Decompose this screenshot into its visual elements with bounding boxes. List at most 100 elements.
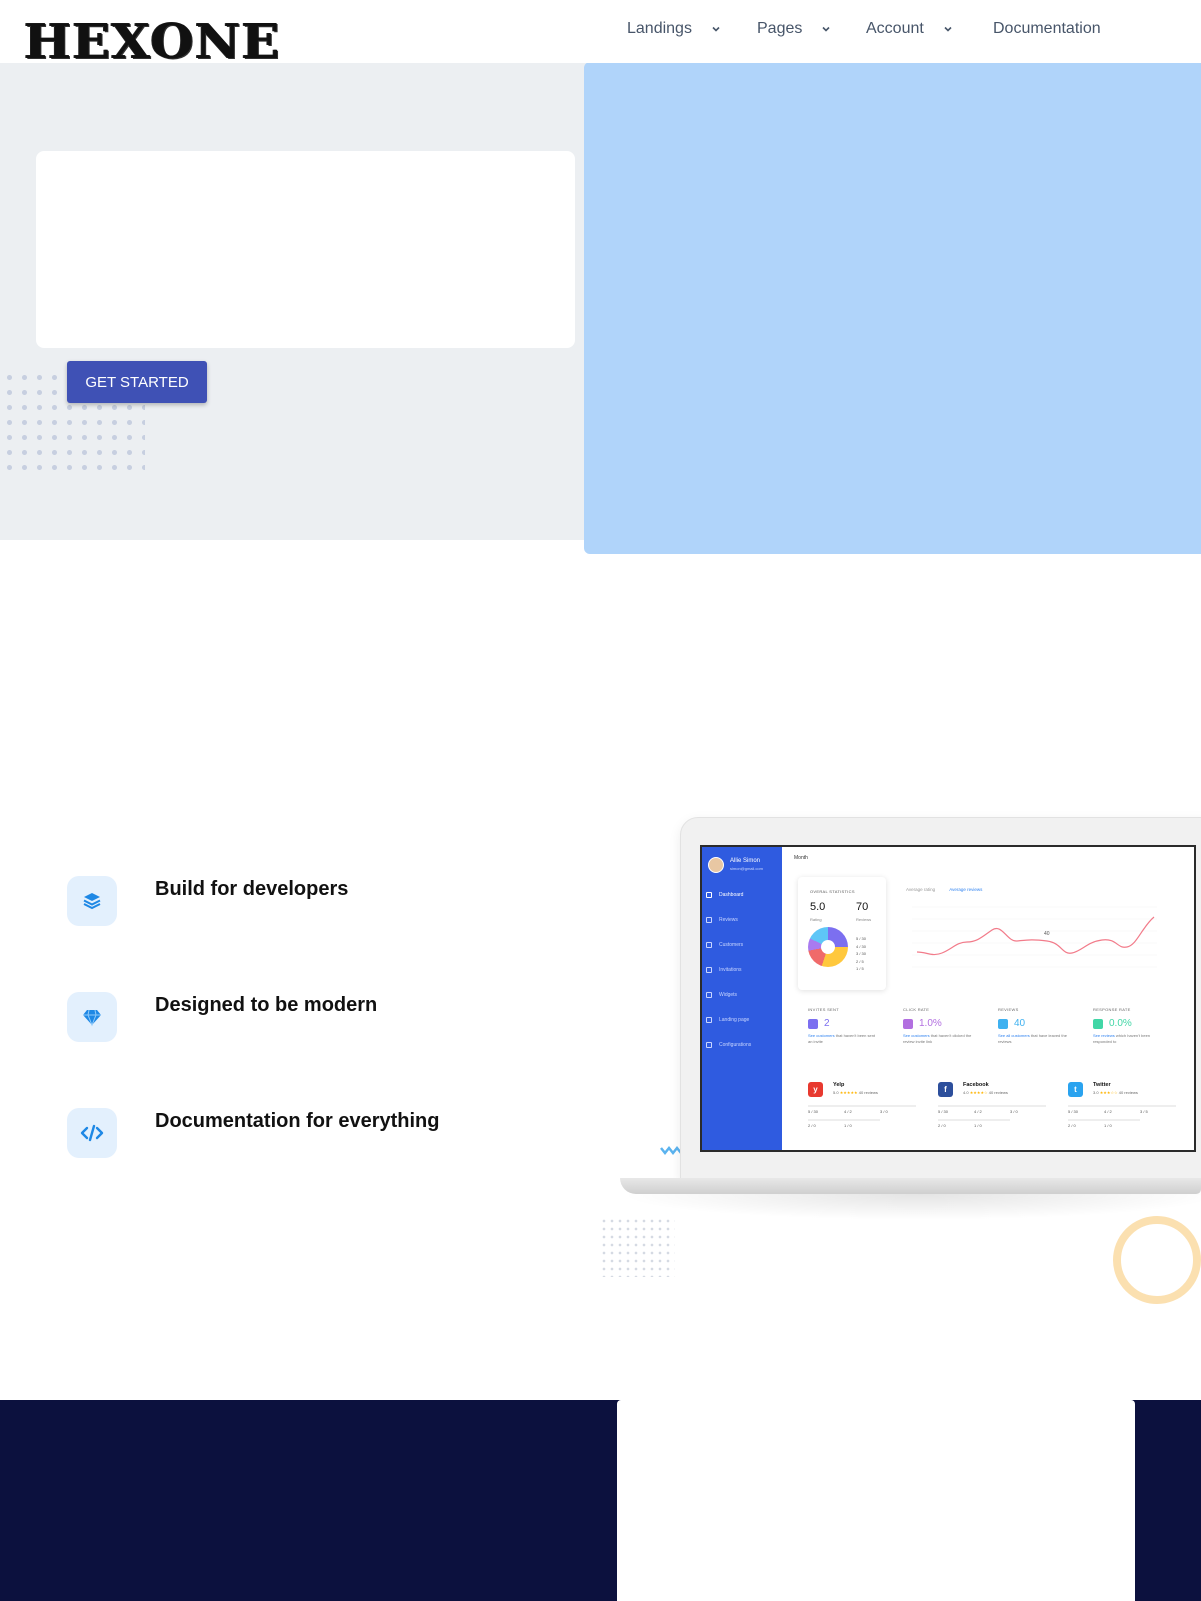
reviews-icon — [998, 1018, 1008, 1029]
mock-sidebar: Allie Simon simon@gmail.com Dashboard Re… — [702, 847, 782, 1150]
nav-label: Landings — [627, 20, 692, 37]
legend-item: 1 / 5 — [856, 966, 864, 971]
nav-account[interactable]: Account — [866, 20, 954, 38]
mock-reviews-value: 70 — [856, 901, 869, 913]
chevron-down-icon — [942, 23, 954, 35]
mock-bar: 2 / 0 — [1068, 1119, 1104, 1128]
legend-item: 4 / 30 — [856, 943, 867, 949]
yelp-icon: y — [808, 1082, 823, 1097]
mock-tab-active: Average reviews — [949, 887, 983, 892]
mock-bar: 3 / 0 — [880, 1105, 916, 1114]
decorative-ring — [1113, 1216, 1201, 1304]
mock-platform-name: Twitter — [1093, 1082, 1111, 1088]
mock-bar: 3 / 0 — [1010, 1105, 1046, 1114]
facebook-icon: f — [938, 1082, 953, 1097]
mock-kpi-label: REVIEWS — [998, 1007, 1019, 1012]
dark-section-card — [617, 1400, 1135, 1601]
mock-donut-chart — [808, 927, 848, 967]
mock-platform-score: 5.0 — [833, 1090, 839, 1095]
settings-icon — [706, 1042, 712, 1048]
response-icon — [1093, 1018, 1103, 1029]
mock-period-select: Month — [794, 855, 808, 861]
mock-chart-point-label: 40 — [1044, 931, 1050, 937]
mock-user-name: Allie Simon — [730, 858, 761, 864]
nav-label: Pages — [757, 20, 803, 37]
feature-item: Build for developers — [67, 876, 587, 926]
mock-bar: 1 / 0 — [974, 1119, 1010, 1128]
mock-sidebar-item: Landing page — [706, 1017, 776, 1023]
mock-platform-reviews: 40 reviews — [1118, 1090, 1138, 1095]
mock-kpi: CLICK RATE 1.0% See customers that haven… — [903, 1007, 983, 1045]
hero-text-card — [36, 151, 575, 348]
mock-platform-name: Facebook — [963, 1082, 989, 1088]
mock-kpi-value: 1.0% — [919, 1018, 942, 1029]
mock-user-email: simon@gmail.com — [730, 866, 763, 871]
mock-sidebar-item: Widgets — [706, 992, 776, 998]
chevron-down-icon — [710, 23, 722, 35]
mock-rating-value: 5.0 — [810, 901, 826, 913]
mock-platform-score: 3.0 — [1093, 1090, 1099, 1095]
mock-kpi-link: See reviews — [1093, 1033, 1115, 1038]
widgets-icon — [706, 992, 712, 998]
logo[interactable]: HEXONE — [24, 15, 281, 68]
mock-legend: 5 / 30 4 / 30 3 / 30 2 / 5 1 / 5 — [856, 935, 866, 973]
mock-bar: 1 / 0 — [1104, 1119, 1140, 1128]
reviews-icon — [706, 917, 712, 923]
diamond-icon — [67, 992, 117, 1042]
mock-stats-title: OVERAL STATISTICS — [810, 889, 855, 894]
mock-bar: 3 / 5 — [1140, 1105, 1176, 1114]
mock-rating-label: Rating — [810, 917, 822, 922]
mock-kpi-label: RESPONSE RATE — [1093, 1007, 1131, 1012]
code-icon — [67, 1108, 117, 1158]
feature-item: Documentation for everything — [67, 1108, 587, 1158]
chevron-down-icon — [820, 23, 832, 35]
mock-platform-name: Yelp — [833, 1082, 845, 1088]
mock-bar: 4 / 2 — [1104, 1105, 1140, 1114]
mock-chart-tabs: Average rating Average reviews — [906, 887, 982, 892]
mock-bar: 4 / 2 — [974, 1105, 1010, 1114]
feature-title: Designed to be modern — [155, 994, 378, 1016]
get-started-button[interactable]: GET STARTED — [67, 361, 207, 403]
mock-line-chart: 40 — [912, 906, 1157, 968]
mock-bar: 1 / 0 — [844, 1119, 880, 1128]
mock-sidebar-item: Invitations — [706, 967, 776, 973]
nav-label: Account — [866, 20, 924, 37]
mock-sidebar-item: Configurations — [706, 1042, 776, 1048]
feature-title: Build for developers — [155, 878, 349, 900]
legend-item: 2 / 5 — [856, 958, 864, 964]
mock-kpi-link: See customers — [903, 1033, 930, 1038]
layers-icon — [67, 876, 117, 926]
nav-label: Documentation — [993, 20, 1101, 37]
mail-icon — [706, 967, 712, 973]
nav-landings[interactable]: Landings — [627, 20, 722, 38]
mock-kpi-link: See customers — [808, 1033, 835, 1038]
mock-platform-facebook: f Facebook 4.0 ★★★★☆ 40 reviews 5 / 30 4 /… — [938, 1082, 1058, 1128]
send-icon — [808, 1018, 818, 1029]
mock-platform-score: 4.0 — [963, 1090, 969, 1095]
mock-stats-card: OVERAL STATISTICS 5.0 Rating 70 Reviews … — [798, 877, 886, 990]
hero-image-panel — [584, 62, 1201, 554]
mock-kpi: REVIEWS 40 See all customers that have l… — [998, 1007, 1078, 1045]
mock-kpi: RESPONSE RATE 0.0% See reviews which hav… — [1093, 1007, 1173, 1045]
mock-sidebar-item: Reviews — [706, 917, 776, 923]
mock-bar: 5 / 30 — [1068, 1105, 1104, 1114]
laptop-base — [620, 1178, 1201, 1194]
feature-title: Documentation for everything — [155, 1110, 440, 1132]
twitter-icon: t — [1068, 1082, 1083, 1097]
decorative-dot-grid — [600, 1217, 675, 1277]
mock-user: Allie Simon simon@gmail.com — [708, 857, 763, 873]
mock-platform-reviews: 40 reviews — [858, 1090, 878, 1095]
mock-platform-reviews: 40 reviews — [988, 1090, 1008, 1095]
nav-documentation[interactable]: Documentation — [993, 20, 1101, 38]
mock-bar: 2 / 0 — [808, 1119, 844, 1128]
feature-item: Designed to be modern — [67, 992, 587, 1042]
customers-icon — [706, 942, 712, 948]
nav-pages[interactable]: Pages — [757, 20, 832, 38]
dashboard-screenshot: Allie Simon simon@gmail.com Dashboard Re… — [700, 845, 1196, 1152]
legend-item: 5 / 30 — [856, 936, 867, 941]
mock-kpi-value: 2 — [824, 1018, 830, 1029]
mock-tab: Average rating — [906, 887, 936, 892]
mock-reviews-label: Reviews — [856, 917, 872, 922]
mock-sidebar-item: Dashboard — [706, 892, 776, 898]
mock-platform-twitter: t Twitter 3.0 ★★★☆☆ 40 reviews 5 / 30 4 / … — [1068, 1082, 1188, 1128]
